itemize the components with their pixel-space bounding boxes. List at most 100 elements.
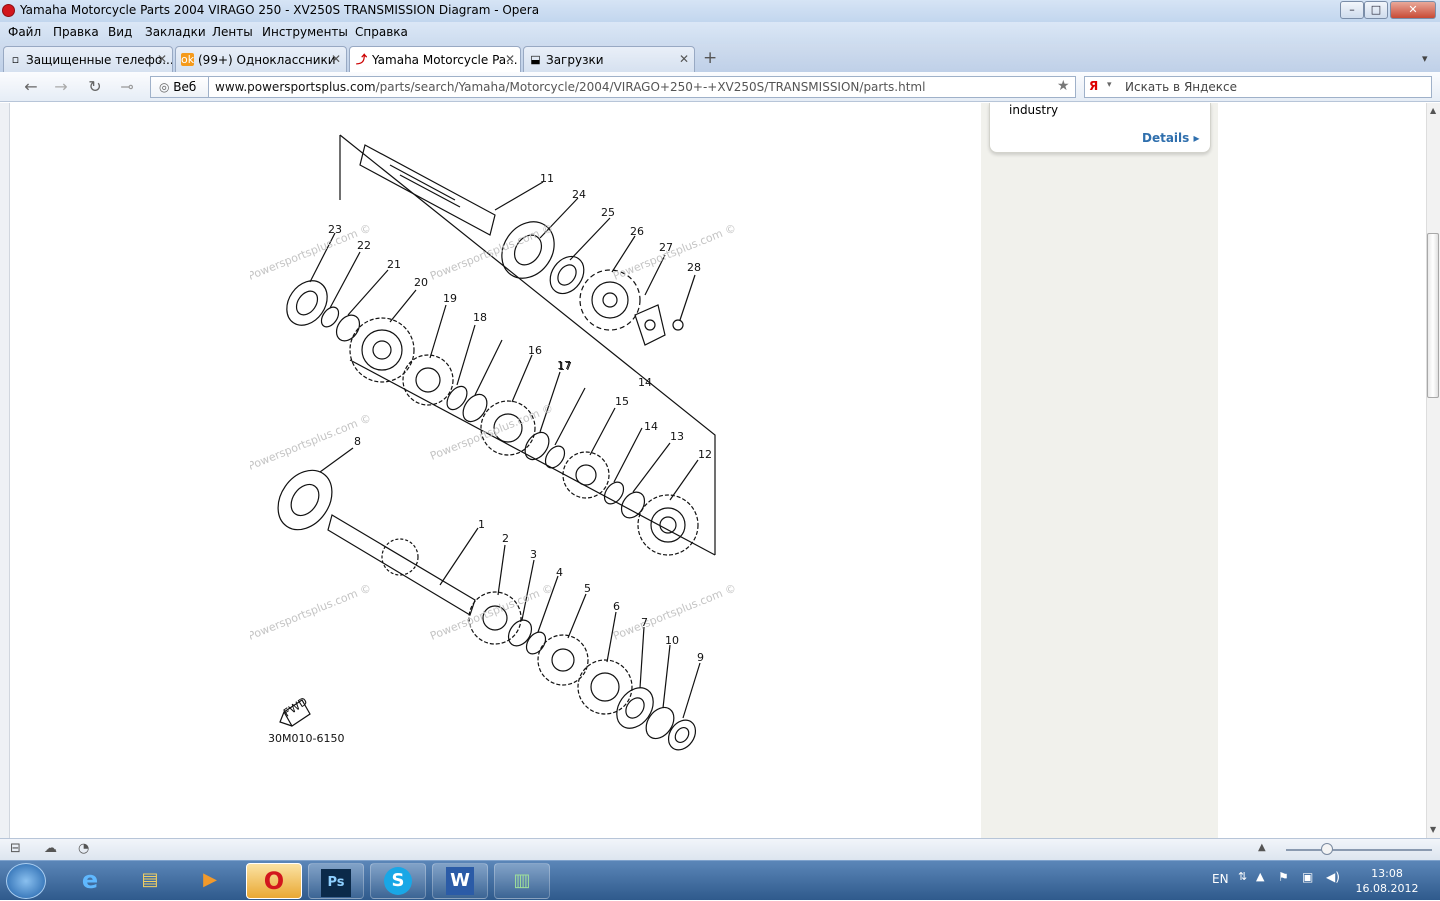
part-number-label: 23 [328, 223, 342, 236]
reload-icon[interactable]: ↻ [84, 77, 106, 97]
ie-icon[interactable]: e [62, 863, 118, 899]
part-number-label: 19 [443, 292, 457, 305]
part-number-label: 1 [478, 518, 485, 531]
window-title: Yamaha Motorcycle Parts 2004 VIRAGO 250 … [20, 3, 540, 17]
menu-help[interactable]: Справка [355, 25, 408, 39]
keyboard-icon[interactable]: ⇅ [1238, 870, 1247, 883]
scroll-down-arrow-icon[interactable]: ▼ [1430, 825, 1436, 834]
forward-arrow-icon[interactable]: → [50, 77, 72, 97]
opera-logo-icon [2, 4, 15, 17]
system-clock[interactable]: 13:08 16.08.2012 [1352, 866, 1422, 896]
volume-icon[interactable]: ◀) [1326, 870, 1340, 884]
address-field[interactable]: www.powersportsplus.com/parts/search/Yam… [208, 76, 1076, 98]
menu-bookmarks[interactable]: Закладки [145, 25, 206, 39]
part-number-label: 13 [670, 430, 684, 443]
details-link-label: Details [1142, 131, 1190, 145]
word-icon[interactable]: W [432, 863, 488, 899]
tab-close-icon[interactable]: ✕ [331, 52, 341, 66]
zoom-up-arrow-icon[interactable]: ▲ [1258, 842, 1266, 853]
zoom-slider[interactable] [1286, 849, 1432, 851]
part-number-label: 28 [687, 261, 701, 274]
tab-menu-chevron-icon[interactable]: ▾ [1422, 52, 1428, 65]
explorer-icon[interactable]: ▤ [122, 863, 178, 899]
flag-icon[interactable]: ⚑ [1278, 870, 1289, 884]
part-number-label: 20 [414, 276, 428, 289]
menu-edit[interactable]: Правка [53, 25, 99, 39]
part-number-label: 9 [697, 651, 704, 664]
part-number-label: 8 [354, 435, 361, 448]
tab-label: Yamaha Motorcycle Pa... [372, 53, 518, 67]
part-number-label: 3 [530, 548, 537, 561]
navigation-bar: ← → ↻ ⊸ ◎ Веб www.powersportsplus.com/pa… [0, 72, 1440, 102]
card-text: industry [1009, 103, 1059, 117]
watermark-text: Powersportsplus.com © [428, 401, 555, 462]
search-input[interactable]: Я ▾ Искать в Яндексе [1084, 76, 1432, 98]
start-orb-icon[interactable] [6, 863, 46, 899]
opera-icon[interactable]: O [246, 863, 302, 899]
zoom-slider-handle[interactable] [1321, 843, 1333, 855]
tab-close-icon[interactable]: ✕ [505, 52, 515, 66]
part-number-label: 11 [540, 172, 554, 185]
back-arrow-icon[interactable]: ← [20, 77, 42, 97]
part-number-label: 5 [584, 582, 591, 595]
vertical-scrollbar[interactable]: ▲ ▼ [1426, 103, 1440, 838]
window-titlebar: Yamaha Motorcycle Parts 2004 VIRAGO 250 … [0, 0, 1440, 22]
diagram-code: 30M010-6150 [268, 732, 344, 745]
part-number-label: 21 [387, 258, 401, 271]
menu-view[interactable]: Вид [108, 25, 132, 39]
chevron-right-icon: ▸ [1193, 131, 1200, 145]
key-icon[interactable]: ⊸ [116, 77, 138, 97]
tab-yamaha-parts[interactable]: ⤴ Yamaha Motorcycle Pa... ✕ [349, 46, 521, 73]
part-number-label: 6 [613, 600, 620, 613]
photoshop-icon[interactable]: Ps [308, 863, 364, 899]
new-tab-button[interactable]: + [703, 48, 717, 68]
web-badge[interactable]: ◎ Веб [150, 76, 208, 98]
menu-tools[interactable]: Инструменты [262, 25, 348, 39]
bookmark-star-icon[interactable]: ★ [1057, 78, 1070, 94]
part-number-label: 18 [473, 311, 487, 324]
tab-protected-phones[interactable]: ▫ Защищенные телефо... ✕ [3, 46, 173, 72]
minimize-button[interactable]: – [1340, 1, 1364, 19]
part-number-label: 25 [601, 206, 615, 219]
scroll-up-arrow-icon[interactable]: ▲ [1430, 106, 1436, 115]
panel-toggle-icon[interactable]: ⊟ [10, 841, 21, 856]
tab-bar: ▫ Защищенные телефо... ✕ ok (99+) Однокл… [0, 44, 1440, 73]
media-icon[interactable]: ▶ [182, 863, 238, 899]
photoshop-glyph: Ps [321, 869, 351, 897]
tab-odnoklassniki[interactable]: ok (99+) Одноклассники ✕ [175, 46, 347, 72]
watermark-text: Powersportsplus.com © [428, 581, 555, 642]
close-button[interactable]: ✕ [1390, 1, 1436, 19]
download-icon: ⬓ [530, 53, 541, 66]
cloud-icon[interactable]: ☁ [44, 841, 57, 856]
search-engine-chevron-icon[interactable]: ▾ [1107, 80, 1112, 90]
yandex-logo-icon: Я [1089, 79, 1099, 93]
skype-icon[interactable]: S [370, 863, 426, 899]
network-icon[interactable]: ▣ [1302, 870, 1313, 884]
opera-glyph: O [263, 867, 285, 895]
fwd-label: FWD [281, 695, 310, 720]
url-host: www.powersportsplus.com [215, 80, 376, 94]
tab-close-icon[interactable]: ✕ [679, 52, 689, 66]
part-number-label: 27 [659, 241, 673, 254]
speed-dial-icon[interactable]: ◔ [78, 841, 89, 856]
skype-glyph: S [384, 867, 412, 895]
part-number-label: 14 [644, 420, 658, 433]
tab-label: Защищенные телефо... [26, 53, 173, 67]
tab-close-icon[interactable]: ✕ [157, 52, 167, 66]
menu-feeds[interactable]: Ленты [212, 25, 253, 39]
watermark-text: Powersportsplus.com © [250, 221, 373, 282]
app-icon[interactable]: ▥ [494, 863, 550, 899]
language-indicator[interactable]: EN [1212, 872, 1229, 886]
clock-time: 13:08 [1371, 867, 1403, 880]
tray-arrow-icon[interactable]: ▲ [1256, 870, 1264, 883]
details-link[interactable]: Details ▸ [1142, 131, 1200, 145]
menu-file[interactable]: Файл [8, 25, 41, 39]
menu-bar: Файл Правка Вид Закладки Ленты Инструмен… [0, 22, 1440, 44]
maximize-button[interactable]: □ [1364, 1, 1388, 19]
tab-label: (99+) Одноклассники [198, 53, 336, 67]
tab-downloads[interactable]: ⬓ Загрузки ✕ [523, 46, 695, 72]
windows-taskbar: e ▤ ▶ O Ps S W ▥ EN ⇅ ▲ ⚑ ▣ ◀) 13:08 16.… [0, 860, 1440, 900]
scrollbar-thumb[interactable] [1427, 233, 1439, 398]
part-number-label: 12 [698, 448, 712, 461]
ok-icon: ok [181, 53, 195, 66]
